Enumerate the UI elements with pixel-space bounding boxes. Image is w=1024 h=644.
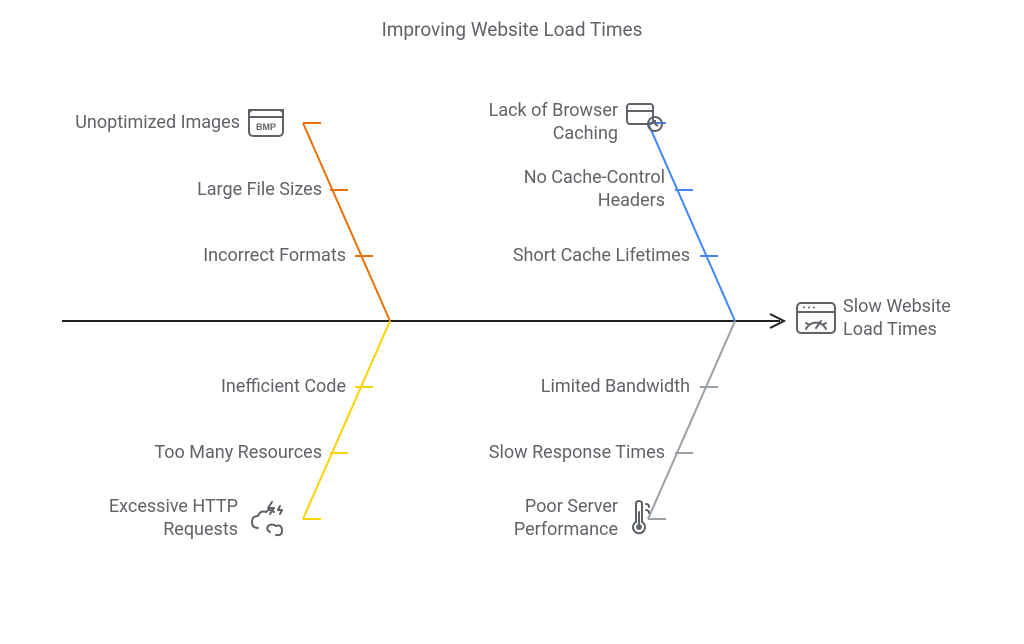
cause-inefficient-code: Inefficient Code (221, 376, 346, 399)
effect-label: Slow Website Load Times (843, 296, 993, 341)
cause-incorrect-formats: Incorrect Formats (203, 245, 346, 268)
category-lack-of-caching: Lack of Browser Caching (448, 100, 618, 145)
cause-no-cache-control: No Cache-Control Headers (505, 167, 665, 212)
cause-limited-bandwidth: Limited Bandwidth (541, 376, 690, 399)
cause-short-cache-lifetimes: Short Cache Lifetimes (490, 245, 690, 268)
category-unoptimized-images: Unoptimized Images (75, 112, 240, 135)
cause-large-file-sizes: Large File Sizes (197, 179, 322, 202)
browser-speed-icon (794, 299, 838, 339)
cause-slow-response-times: Slow Response Times (489, 442, 665, 465)
image-file-icon: BMP (246, 106, 286, 140)
cache-icon (624, 100, 664, 134)
category-excessive-http: Excessive HTTP Requests (78, 496, 238, 541)
cause-too-many-resources: Too Many Resources (154, 442, 322, 465)
svg-text:BMP: BMP (256, 122, 276, 132)
thermometer-icon (624, 498, 658, 538)
category-poor-server-perf: Poor Server Performance (468, 496, 618, 541)
requests-icon (246, 498, 294, 538)
